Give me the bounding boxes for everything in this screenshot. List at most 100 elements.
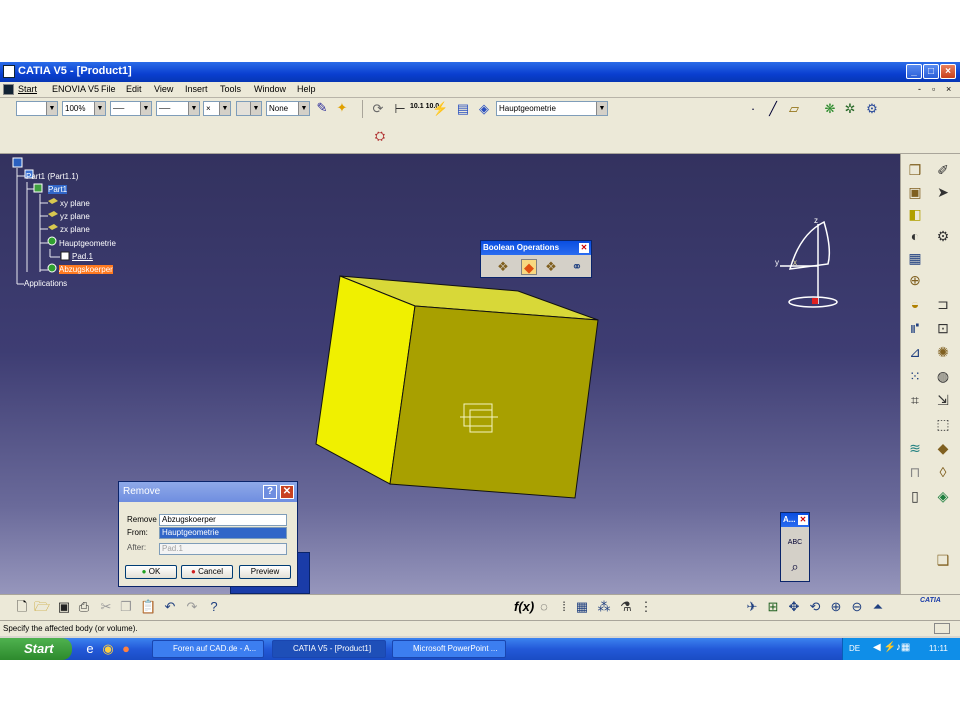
assemble-icon[interactable]: ❖ (495, 259, 511, 275)
from-field[interactable]: Hauptgeometrie (159, 527, 287, 539)
dialog-close-button[interactable]: ✕ (280, 485, 294, 499)
measure-icon[interactable]: ⚡ (432, 101, 448, 117)
menu-file[interactable]: File (101, 84, 116, 94)
render-style-select[interactable]: ▼ (236, 101, 262, 116)
tree-root[interactable]: Part1 (Part1.1) (26, 172, 78, 181)
help-button[interactable]: ? (263, 485, 277, 499)
body-icon[interactable]: ▤ (455, 101, 471, 117)
cut-icon[interactable]: ✂ (98, 599, 114, 615)
start-button[interactable]: Start (0, 638, 72, 660)
tray-icons[interactable]: ◀ ⚡♪▦ (873, 642, 910, 653)
remove-face-icon[interactable]: ◈ (935, 488, 951, 504)
linetype-select[interactable]: ── ▼ (156, 101, 200, 116)
menu-help[interactable]: Help (297, 84, 316, 94)
law-icon[interactable]: ⁞ (556, 599, 572, 615)
select-tool-icon[interactable]: ➤ (935, 184, 951, 200)
paste-icon[interactable]: 📋 (140, 599, 156, 615)
thick-surface-icon[interactable]: ▯ (907, 488, 923, 504)
mirror-tool-icon[interactable]: ◍ (935, 368, 951, 384)
knowledge-icon[interactable]: ✲ (842, 101, 858, 117)
rotate-icon[interactable]: ⟲ (807, 599, 823, 615)
knowledge-advisor-icon[interactable]: ⚗ (618, 599, 634, 615)
remove-icon[interactable]: ◆ (521, 259, 537, 275)
doc-close-button[interactable]: × (946, 84, 951, 94)
menu-tools[interactable]: Tools (220, 84, 241, 94)
intersect-icon[interactable]: ❖ (543, 259, 559, 275)
split-tool-icon[interactable]: ⊿ (907, 344, 923, 360)
point-symbol-select[interactable]: × ▼ (203, 101, 231, 116)
point-icon[interactable]: · (745, 101, 761, 117)
sew-surface-icon[interactable]: ◊ (935, 464, 951, 480)
groove-tool-icon[interactable]: ◐ (907, 228, 923, 244)
thickness-tool-icon[interactable]: ⬚ (935, 416, 951, 432)
open-icon[interactable]: 🗁 (34, 599, 50, 615)
properties-icon[interactable]: ✦ (334, 100, 350, 116)
cube-tool-icon[interactable]: ❑ (935, 552, 951, 568)
pattern-tool-icon[interactable]: ⑈ (907, 320, 923, 336)
copy-icon[interactable]: ❐ (118, 599, 134, 615)
new-icon[interactable]: 🗋 (14, 599, 30, 615)
union-trim-icon[interactable]: ⚭ (569, 259, 585, 275)
boolean-panel-close-button[interactable]: ✕ (579, 243, 589, 253)
annotations-close-button[interactable]: ✕ (798, 515, 808, 525)
sketch-tool-icon[interactable]: ✐ (935, 162, 951, 178)
zoom-out-icon[interactable]: ⊖ (849, 599, 865, 615)
undo-icon[interactable]: ↶ (162, 599, 178, 615)
transparency-select[interactable]: 100% ▼ (62, 101, 106, 116)
language-indicator[interactable]: DE (849, 644, 860, 653)
workbench-icon[interactable]: ⛭ (372, 128, 388, 144)
whats-this-icon[interactable]: ? (206, 599, 222, 615)
rect-pattern-icon[interactable]: ⁙ (907, 368, 923, 384)
menu-insert[interactable]: Insert (185, 84, 208, 94)
scale-tool-icon[interactable]: ⌗ (907, 392, 923, 408)
draft-tool-icon[interactable]: ◆ (935, 440, 951, 456)
comment-icon[interactable]: ◌ (536, 599, 552, 615)
task-powerpoint[interactable]: Microsoft PowerPoint ... (392, 640, 506, 658)
axis-system-icon[interactable]: ⊢ (392, 101, 408, 117)
update-icon[interactable]: ⟳ (370, 101, 386, 117)
menu-view[interactable]: View (154, 84, 173, 94)
linewidth-select[interactable]: ── ▼ (110, 101, 152, 116)
tree-yz-plane[interactable]: yz plane (60, 212, 90, 221)
print-icon[interactable]: ⎙ (76, 599, 92, 615)
pocket-tool-icon[interactable]: ▣ (907, 184, 923, 200)
catalog-icon[interactable]: ❋ (822, 101, 838, 117)
minimize-button[interactable]: _ (906, 64, 922, 79)
ie-quicklaunch-icon[interactable]: e (82, 641, 98, 657)
preview-button[interactable]: Preview (239, 565, 291, 579)
gear-tool-icon[interactable]: ⚙ (935, 228, 951, 244)
task-foren[interactable]: Foren auf CAD.de - A... (152, 640, 264, 658)
save-icon[interactable]: ▣ (56, 599, 72, 615)
rib-tool-icon[interactable]: ⊕ (907, 272, 923, 288)
tree-applications[interactable]: Applications (24, 279, 67, 288)
boolean-operations-toolbar[interactable]: Boolean Operations ✕ ❖ ◆ ❖ ⚭ (480, 240, 592, 278)
plane-icon[interactable]: ▱ (786, 101, 802, 117)
annotations-toolbar[interactable]: A... ✕ ABC ⌕ (780, 512, 810, 582)
text-annotation-icon[interactable]: ABC (787, 535, 803, 551)
shell-tool-icon[interactable]: ✺ (935, 344, 951, 360)
quicklaunch-icon[interactable]: ◉ (100, 641, 116, 657)
constraint-tool-icon[interactable]: ⊐ (935, 296, 951, 312)
table-icon[interactable]: ▦ (574, 599, 590, 615)
status-button[interactable] (934, 623, 950, 634)
remove-field[interactable]: Abzugskoerper (159, 514, 287, 526)
doc-restore-button[interactable]: ▫ (932, 84, 935, 94)
tool-body-icon[interactable]: ◈ (476, 101, 492, 117)
flag-note-icon[interactable]: ⌕ (787, 559, 803, 575)
parameters-icon[interactable]: ⋮ (638, 599, 654, 615)
zoom-in-icon[interactable]: ⊕ (828, 599, 844, 615)
tree-zx-plane[interactable]: zx plane (60, 225, 90, 234)
fly-mode-icon[interactable]: ✈ (744, 599, 760, 615)
remove-dialog[interactable]: Remove ? ✕ Remove Abzugskoerper From: Ha… (118, 481, 298, 587)
cancel-button[interactable]: ● Cancel (181, 565, 233, 579)
redo-icon[interactable]: ↷ (184, 599, 200, 615)
menu-start[interactable]: Start (18, 84, 37, 94)
maximize-button[interactable]: □ (923, 64, 939, 79)
clock[interactable]: 11:11 (929, 644, 948, 653)
color-select[interactable]: ▼ (16, 101, 58, 116)
relations-icon[interactable]: ⁂ (596, 599, 612, 615)
tree-part[interactable]: Part1 (48, 185, 68, 194)
fillet-tool-icon[interactable]: ◒ (907, 296, 923, 312)
tree-pad[interactable]: Pad.1 (72, 252, 93, 261)
fit-all-icon[interactable]: ⊞ (765, 599, 781, 615)
